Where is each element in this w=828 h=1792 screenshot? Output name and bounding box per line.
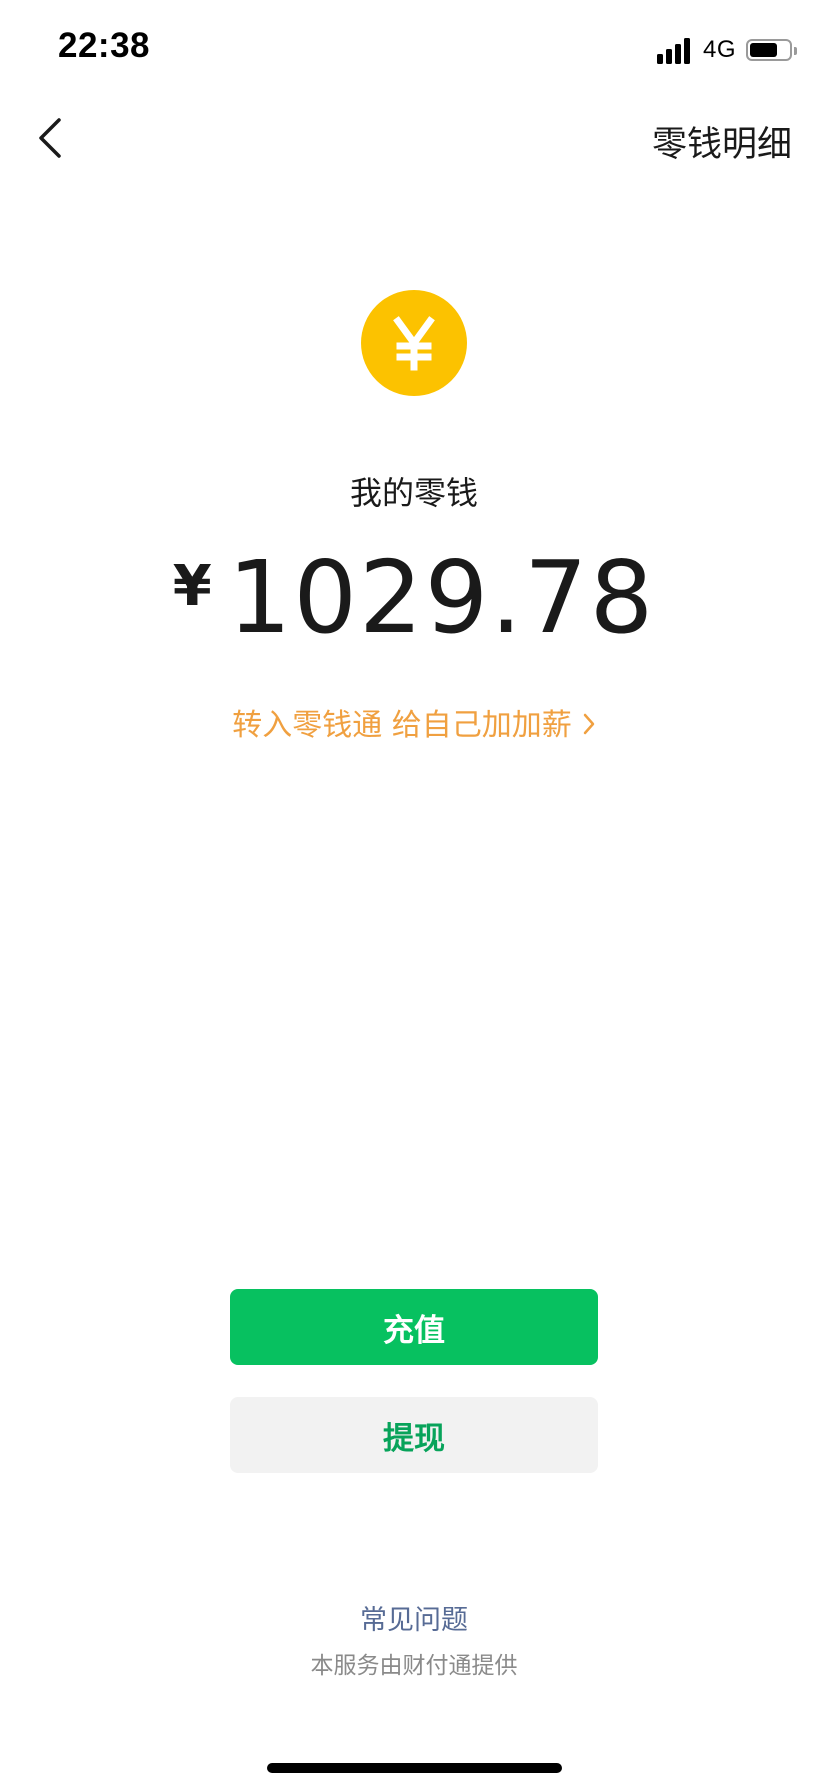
battery-level	[750, 43, 777, 57]
withdraw-button[interactable]: 提现	[230, 1397, 598, 1473]
back-button[interactable]	[24, 112, 76, 164]
status-indicators: 4G	[656, 34, 797, 66]
provider-note: 本服务由财付通提供	[310, 1653, 518, 1679]
network-label: 4G	[702, 36, 736, 63]
faq-link[interactable]: 常见问题	[0, 1598, 828, 1637]
recharge-button[interactable]: 充值	[230, 1289, 598, 1365]
lingqiantong-promo-link[interactable]: 转入零钱通 给自己加加薪	[0, 700, 828, 744]
balance-label: 我的零钱	[349, 474, 478, 512]
balance-display: ¥ 1029.78	[0, 538, 828, 658]
yuan-coin-icon	[361, 290, 467, 396]
transaction-details-link[interactable]: 零钱明细	[652, 116, 792, 167]
promo-text: 转入零钱通 给自己加加薪	[232, 708, 572, 743]
battery-icon	[746, 39, 797, 61]
chevron-right-icon	[582, 709, 596, 744]
home-indicator[interactable]	[267, 1763, 562, 1773]
chevron-left-icon	[39, 118, 61, 158]
currency-symbol: ¥	[172, 554, 212, 619]
yuan-symbol-icon	[393, 316, 435, 371]
status-time: 22:38	[58, 26, 151, 65]
signal-icon	[656, 36, 693, 64]
balance-amount: 1029.78	[227, 539, 656, 656]
